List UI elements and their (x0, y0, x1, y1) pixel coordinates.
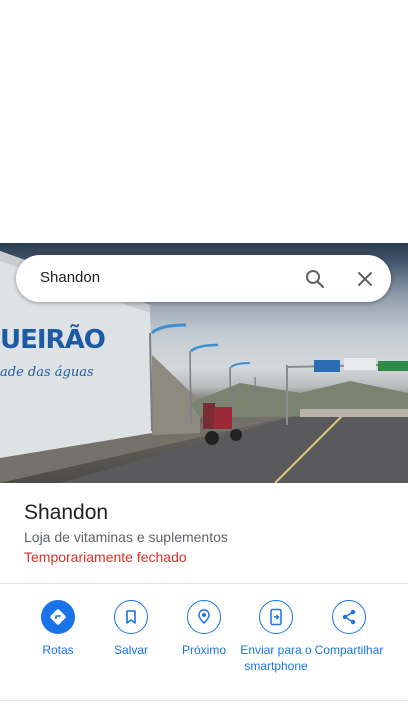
nearby-button[interactable]: Próximo (168, 600, 240, 658)
directions-icon (41, 600, 75, 634)
send-to-phone-icon (259, 600, 293, 634)
directions-button[interactable]: Rotas (22, 600, 94, 658)
building-slogan: ade das águas (0, 365, 94, 380)
share-icon (332, 600, 366, 634)
close-icon[interactable] (353, 267, 377, 291)
search-input[interactable]: Shandon (40, 269, 100, 286)
save-label: Salvar (113, 643, 148, 657)
building-sign: UEIRÃO (0, 325, 106, 355)
place-title: Shandon (24, 501, 109, 524)
place-category: Loja de vitaminas e suplementos (24, 529, 228, 545)
divider (0, 700, 408, 701)
search-icon[interactable] (303, 267, 327, 291)
send-to-phone-button[interactable]: Enviar para o smartphone (240, 600, 312, 674)
share-label: Compartilhar (314, 643, 384, 657)
nearby-icon (187, 600, 221, 634)
search-bar[interactable]: Shandon (16, 255, 391, 302)
map-area-blank (0, 0, 408, 243)
save-button[interactable]: Salvar (95, 600, 167, 658)
bookmark-icon (114, 600, 148, 634)
nearby-label: Próximo (181, 643, 226, 657)
directions-label: Rotas (42, 643, 74, 657)
share-button[interactable]: Compartilhar (313, 600, 385, 658)
place-status: Temporariamente fechado (24, 549, 187, 565)
send-to-phone-label: Enviar para o smartphone (240, 643, 312, 673)
divider (0, 583, 408, 584)
